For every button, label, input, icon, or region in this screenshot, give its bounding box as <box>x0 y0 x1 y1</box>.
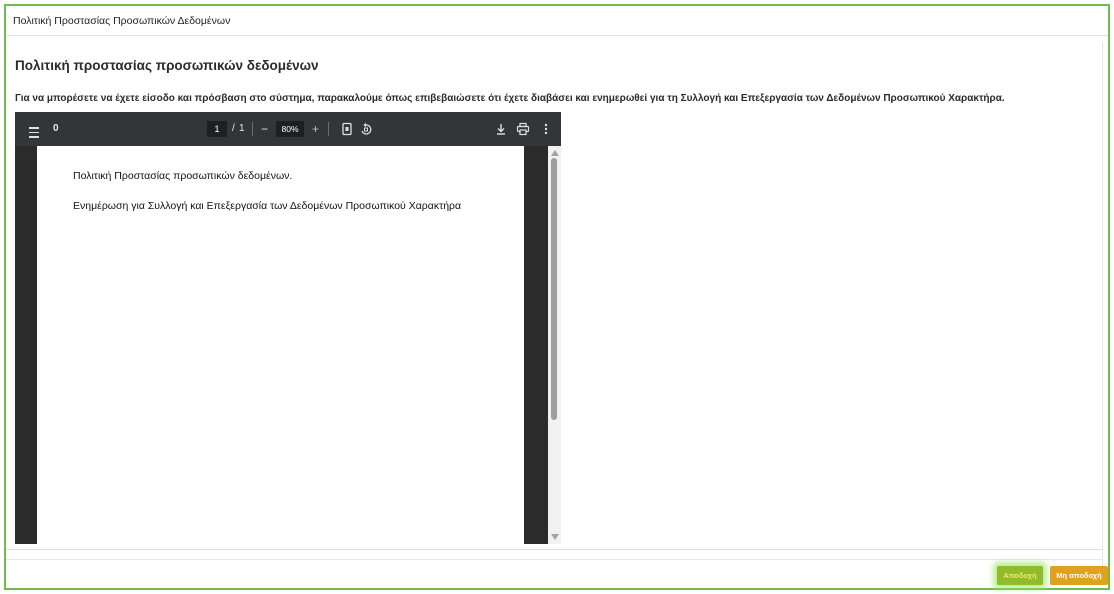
footer-divider <box>6 549 1102 550</box>
pdf-page-subtitle: Ενημέρωση για Συλλογή και Επεξεργασία τω… <box>73 200 462 212</box>
pdf-gutter <box>15 146 37 544</box>
pdf-scrollbar[interactable] <box>548 146 561 544</box>
toolbar-divider <box>328 122 329 136</box>
page-heading: Πολιτική προστασίας προσωπικών δεδομένων <box>15 58 319 73</box>
pdf-toolbar: 0 1 / 1 − 80% + <box>15 112 561 146</box>
pdf-content-area[interactable]: Πολιτική Προστασίας προσωπικών δεδομένων… <box>15 146 561 544</box>
print-icon[interactable] <box>516 122 530 136</box>
sidebar-count: 0 <box>53 123 59 134</box>
more-options-icon[interactable] <box>539 122 553 136</box>
zoom-out-button[interactable]: − <box>261 112 268 146</box>
zoom-in-button[interactable]: + <box>312 112 319 146</box>
accept-button[interactable]: Αποδοχή <box>997 566 1043 585</box>
download-icon[interactable] <box>494 122 508 136</box>
instruction-text: Για να μπορέσετε να έχετε είσοδο και πρό… <box>15 93 1005 104</box>
zoom-input[interactable]: 80% <box>276 121 304 137</box>
fit-page-icon[interactable] <box>340 122 354 136</box>
rotate-icon[interactable] <box>359 122 373 136</box>
policy-dialog: Πολιτική Προστασίας Προσωπικών Δεδομένων… <box>4 4 1110 590</box>
page-separator: / <box>232 123 235 134</box>
scroll-thumb[interactable] <box>551 158 557 420</box>
panel-border <box>1102 42 1103 582</box>
scroll-down-arrow-icon[interactable] <box>551 534 559 540</box>
dialog-title: Πολιτική Προστασίας Προσωπικών Δεδομένων <box>6 6 1108 36</box>
page-total: 1 <box>239 123 245 134</box>
toolbar-divider <box>252 122 253 136</box>
pdf-page: Πολιτική Προστασίας προσωπικών δεδομένων… <box>37 146 524 544</box>
footer-divider <box>6 559 1102 560</box>
pdf-page-title: Πολιτική Προστασίας προσωπικών δεδομένων… <box>73 170 293 182</box>
pdf-viewer[interactable]: 0 1 / 1 − 80% + Πολιτική Προστασίας προσ… <box>15 112 561 544</box>
decline-button[interactable]: Μη αποδοχή <box>1050 566 1108 585</box>
menu-icon[interactable] <box>29 112 41 146</box>
scroll-up-arrow-icon[interactable] <box>551 150 559 156</box>
page-number-input[interactable]: 1 <box>207 121 227 137</box>
pdf-gutter <box>524 146 548 544</box>
